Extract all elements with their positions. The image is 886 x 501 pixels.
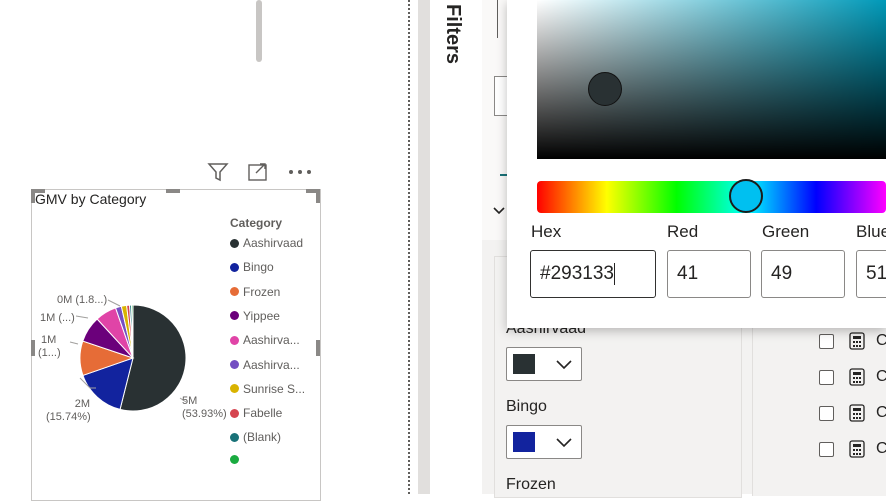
legend-marker (230, 287, 239, 297)
field-name[interactable]: C (876, 440, 886, 458)
pie-label-bingo: 2M (15.74%) (46, 398, 91, 423)
legend-item[interactable]: (Blank) (230, 430, 281, 444)
field-name[interactable]: C (876, 368, 886, 386)
legend-item[interactable] (230, 454, 243, 464)
visual-title: GMV by Category (35, 191, 147, 207)
pie-label-yippee: 1M (...) (40, 312, 75, 324)
more-options-icon[interactable] (288, 160, 312, 184)
slice-color-label: Frozen (506, 476, 556, 493)
legend-marker (230, 238, 239, 248)
color-cursor[interactable] (588, 72, 622, 106)
legend-marker (230, 311, 239, 321)
field-name[interactable]: C (876, 332, 886, 350)
legend-marker (230, 432, 239, 442)
pie-label-small: 0M (1.8...) (57, 294, 108, 306)
legend-label: Sunrise S... (243, 381, 306, 396)
legend-marker (230, 384, 239, 394)
slice-color-picker-button[interactable] (506, 347, 582, 381)
color-swatch (513, 432, 535, 452)
field-name[interactable]: C (876, 404, 886, 422)
calculator-icon (849, 368, 865, 386)
canvas-scrollbar[interactable] (256, 0, 262, 62)
hex-input[interactable]: #293133 (530, 250, 656, 298)
legend-label: Aashirvaad (243, 236, 304, 250)
green-input[interactable]: 49 (761, 250, 845, 298)
chevron-down-icon (556, 438, 572, 448)
focus-mode-icon[interactable] (246, 160, 270, 184)
pie-slices (79, 304, 187, 412)
resize-handle[interactable] (166, 189, 180, 193)
legend-item[interactable]: Aashirva... (230, 333, 300, 347)
legend-item[interactable]: Aashirvaad (230, 236, 303, 250)
blue-label: Blue (856, 222, 886, 241)
resize-handle[interactable] (316, 340, 320, 356)
legend-label: Aashirva... (243, 357, 300, 372)
legend-item[interactable]: Frozen (230, 285, 280, 299)
legend-label: Yippee (243, 308, 280, 323)
field-checkbox[interactable] (819, 370, 834, 385)
legend-item[interactable]: Aashirva... (230, 358, 300, 372)
chevron-down-icon[interactable] (492, 203, 506, 221)
pane-gutter (418, 0, 430, 494)
legend-item[interactable]: Yippee (230, 309, 280, 323)
legend-marker (230, 408, 239, 418)
hex-label: Hex (531, 222, 562, 241)
legend-marker (230, 335, 239, 345)
red-label: Red (667, 222, 699, 241)
filters-pane-collapsed[interactable] (432, 0, 483, 494)
field-checkbox[interactable] (819, 406, 834, 421)
legend-label: (Blank) (243, 430, 282, 445)
legend-label: Frozen (243, 284, 281, 299)
pane-divider (408, 0, 410, 494)
legend-label: Fabelle (243, 406, 283, 421)
color-swatch (513, 354, 535, 374)
legend-title: Category (230, 216, 283, 230)
resize-handle[interactable] (316, 189, 320, 203)
slice-color-label: Bingo (506, 398, 547, 415)
legend-label: Bingo (243, 260, 274, 275)
filters-pane-label[interactable]: Filters (441, 4, 464, 64)
text-caret (613, 263, 615, 285)
pie-label-aashirvaad: 5M (53.93%) (182, 395, 227, 420)
hue-slider[interactable] (537, 181, 886, 213)
hue-slider-thumb[interactable] (729, 179, 763, 213)
field-checkbox[interactable] (819, 334, 834, 349)
red-input[interactable]: 41 (667, 250, 751, 298)
calculator-icon (849, 440, 865, 458)
legend-item[interactable]: Sunrise S... (230, 382, 305, 396)
legend-item[interactable]: Bingo (230, 260, 274, 274)
field-checkbox[interactable] (819, 442, 834, 457)
green-label: Green (762, 222, 810, 241)
legend-label: Aashirva... (243, 333, 300, 348)
blue-input[interactable]: 51 (856, 250, 886, 298)
chevron-down-icon (556, 360, 572, 370)
pie-label-frozen: 1M (1...) (38, 334, 61, 359)
legend-marker (230, 262, 239, 272)
calculator-icon (849, 332, 865, 350)
slice-color-picker-button[interactable] (506, 425, 582, 459)
legend-marker (230, 360, 239, 369)
legend-item[interactable]: Fabelle (230, 406, 282, 420)
calculator-icon (849, 404, 865, 422)
resize-handle[interactable] (31, 340, 35, 356)
filter-icon[interactable] (206, 160, 230, 184)
legend-marker (230, 454, 239, 464)
